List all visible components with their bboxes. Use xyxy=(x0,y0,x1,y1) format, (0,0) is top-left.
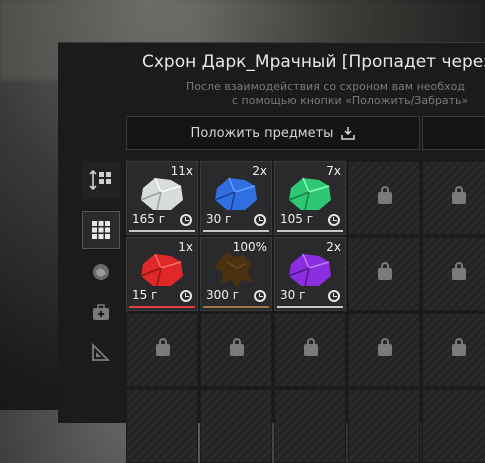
locked-slot xyxy=(422,313,485,387)
locked-slot xyxy=(422,389,485,463)
purple-ore-icon xyxy=(288,253,331,287)
item-weight: 105 г xyxy=(280,212,314,226)
rarity-bar xyxy=(277,230,343,232)
locked-slot xyxy=(422,161,485,235)
rarity-bar xyxy=(203,306,269,308)
clock-icon xyxy=(180,290,192,302)
stash-item-2[interactable]: 2x 30 г xyxy=(200,161,272,235)
clock-icon xyxy=(254,214,266,226)
category-all[interactable] xyxy=(82,211,120,249)
locked-slot xyxy=(422,237,485,311)
put-items-label: Положить предметы xyxy=(190,125,334,141)
item-weight: 30 г xyxy=(206,212,232,226)
lock-icon xyxy=(452,186,466,204)
lock-icon xyxy=(304,338,318,356)
locked-slot xyxy=(200,389,272,463)
item-weight: 15 г xyxy=(132,288,158,302)
locked-slot xyxy=(348,389,420,463)
locked-slot xyxy=(348,313,420,387)
put-items-button[interactable]: Положить предметы xyxy=(126,116,420,150)
locked-slot xyxy=(126,313,198,387)
category-ores[interactable] xyxy=(82,253,120,291)
hint-text-1: После взаимодействия со схроном вам необ… xyxy=(186,80,465,93)
locked-slot xyxy=(200,313,272,387)
item-weight: 300 г xyxy=(206,288,240,302)
locked-slot xyxy=(274,313,346,387)
green-ore-icon xyxy=(288,177,331,211)
locked-slot xyxy=(348,161,420,235)
sort-icon xyxy=(89,169,111,191)
grid-icon xyxy=(92,221,110,239)
category-tools[interactable] xyxy=(82,333,120,371)
item-quantity: 2x xyxy=(252,164,267,178)
hint-text-2: с помощью кнопки «Положить/Забрать» xyxy=(232,94,469,107)
download-tray-icon xyxy=(341,127,356,140)
stash-title: Схрон Дарк_Мрачный [Пропадет через xyxy=(142,52,485,72)
brown-ore-icon xyxy=(215,252,253,288)
blue-ore-icon xyxy=(214,177,257,211)
lock-icon xyxy=(452,262,466,280)
clock-icon xyxy=(180,214,192,226)
rarity-bar xyxy=(277,306,343,308)
item-quantity: 1x xyxy=(178,240,193,254)
ruler-triangle-icon xyxy=(92,342,111,361)
item-quantity: 2x xyxy=(326,240,341,254)
stash-item-6[interactable]: 2x 30 г xyxy=(274,237,346,311)
clock-icon xyxy=(328,290,340,302)
item-condition: 100% xyxy=(232,240,267,254)
stash-item-5[interactable]: 100% 300 г xyxy=(200,237,272,311)
take-items-button[interactable] xyxy=(422,116,485,150)
red-ore-icon xyxy=(140,253,183,287)
clock-icon xyxy=(254,290,266,302)
item-quantity: 7x xyxy=(326,164,341,178)
category-medical[interactable] xyxy=(82,294,120,332)
lock-icon xyxy=(378,186,392,204)
lock-icon xyxy=(230,338,244,356)
locked-slot xyxy=(348,237,420,311)
lock-icon xyxy=(156,338,170,356)
rarity-bar xyxy=(129,306,195,308)
medkit-icon xyxy=(93,304,109,320)
item-weight: 30 г xyxy=(280,288,306,302)
stash-item-3[interactable]: 7x 105 г xyxy=(274,161,346,235)
clock-icon xyxy=(328,214,340,226)
stash-item-1[interactable]: 11x 165 г xyxy=(126,161,198,235)
locked-slot xyxy=(274,389,346,463)
lock-icon xyxy=(452,338,466,356)
rarity-bar xyxy=(203,230,269,232)
lock-icon xyxy=(378,262,392,280)
ore-icon xyxy=(93,264,109,280)
white-ore-icon xyxy=(140,177,183,211)
rarity-bar xyxy=(129,230,195,232)
item-weight: 165 г xyxy=(132,212,166,226)
lock-icon xyxy=(378,338,392,356)
stash-item-4[interactable]: 1x 15 г xyxy=(126,237,198,311)
locked-slot xyxy=(126,389,198,463)
sort-button[interactable] xyxy=(82,161,120,199)
item-quantity: 11x xyxy=(170,164,193,178)
